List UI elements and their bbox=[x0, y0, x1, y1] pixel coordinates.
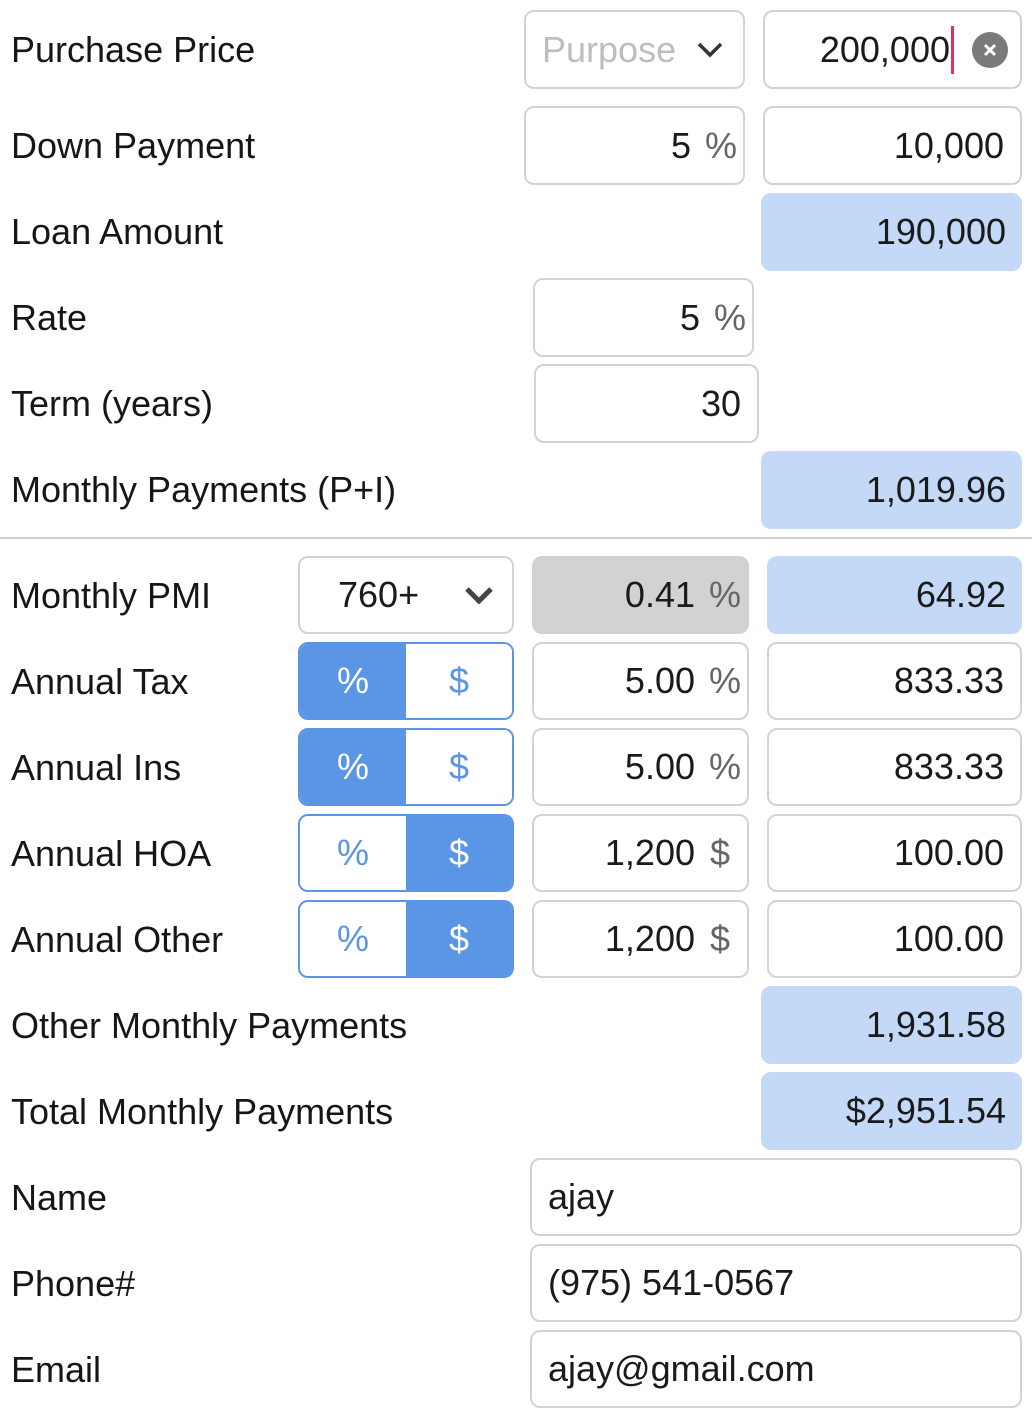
label-loan-amount: Loan Amount bbox=[11, 211, 224, 252]
pmi-rate-value: 0.41 bbox=[624, 574, 695, 615]
label-rate: Rate bbox=[11, 297, 88, 338]
credit-score-select[interactable]: 760+ bbox=[298, 556, 514, 634]
hoa-unit: $ bbox=[709, 832, 731, 873]
chevron-down-icon bbox=[695, 35, 725, 65]
phone-input[interactable]: (975) 541-0567 bbox=[530, 1244, 1022, 1322]
label-annual-hoa: Annual HOA bbox=[11, 833, 212, 874]
label-annual-ins: Annual Ins bbox=[11, 747, 182, 788]
rate-unit: % bbox=[714, 296, 747, 338]
other-unit: $ bbox=[709, 918, 731, 959]
label-down-payment: Down Payment bbox=[11, 125, 256, 166]
label-total-monthly: Total Monthly Payments bbox=[11, 1091, 394, 1132]
tax-percent-toggle[interactable]: % bbox=[300, 644, 406, 718]
label-purchase-price: Purchase Price bbox=[11, 29, 256, 70]
other-mode-toggle[interactable]: % $ bbox=[298, 900, 514, 978]
email-input[interactable]: ajay@gmail.com bbox=[530, 1330, 1022, 1408]
ins-unit: % bbox=[709, 746, 742, 787]
purchase-price-value: 200,000 bbox=[819, 28, 950, 70]
hoa-amount: 100.00 bbox=[893, 832, 1004, 873]
loan-amount-output: 190,000 bbox=[761, 193, 1022, 271]
label-monthly-pi: Monthly Payments (P+I) bbox=[11, 469, 397, 510]
ins-dollar-toggle[interactable]: $ bbox=[406, 730, 512, 804]
chevron-down-icon bbox=[464, 580, 494, 610]
label-annual-tax: Annual Tax bbox=[11, 661, 189, 702]
email-value: ajay@gmail.com bbox=[548, 1348, 815, 1389]
other-value-input[interactable]: 1,200 $ bbox=[532, 900, 749, 978]
section-divider bbox=[0, 537, 1032, 539]
tax-dollar-toggle[interactable]: $ bbox=[406, 644, 512, 718]
down-payment-percent-input[interactable]: 5 % bbox=[524, 106, 745, 185]
tax-unit: % bbox=[709, 660, 742, 701]
hoa-amount-input[interactable]: 100.00 bbox=[767, 814, 1022, 892]
monthly-pi-output: 1,019.96 bbox=[761, 451, 1022, 529]
ins-amount-input[interactable]: 833.33 bbox=[767, 728, 1022, 806]
label-monthly-pmi: Monthly PMI bbox=[11, 575, 212, 616]
label-term: Term (years) bbox=[11, 383, 214, 424]
pmi-rate-unit: % bbox=[709, 574, 742, 615]
hoa-dollar-toggle[interactable]: $ bbox=[406, 816, 512, 890]
ins-value: 5.00 bbox=[624, 746, 695, 787]
text-caret bbox=[951, 25, 954, 74]
label-email: Email bbox=[11, 1349, 102, 1390]
hoa-percent-toggle[interactable]: % bbox=[300, 816, 406, 890]
clear-icon[interactable] bbox=[972, 31, 1008, 68]
tax-value-input[interactable]: 5.00 % bbox=[532, 642, 749, 720]
label-name: Name bbox=[11, 1177, 108, 1218]
name-input[interactable]: ajay bbox=[530, 1158, 1022, 1236]
purpose-select[interactable]: Purpose bbox=[524, 10, 745, 89]
rate-input[interactable]: 5 % bbox=[533, 278, 754, 357]
down-payment-amount-input[interactable]: 10,000 bbox=[763, 106, 1022, 185]
other-dollar-toggle[interactable]: $ bbox=[406, 902, 512, 976]
hoa-value: 1,200 bbox=[604, 832, 695, 873]
total-monthly-output: $2,951.54 bbox=[761, 1072, 1022, 1150]
hoa-value-input[interactable]: 1,200 $ bbox=[532, 814, 749, 892]
ins-mode-toggle[interactable]: % $ bbox=[298, 728, 514, 806]
down-payment-percent-value: 5 bbox=[670, 124, 691, 166]
phone-value: (975) 541-0567 bbox=[548, 1262, 795, 1303]
rate-value: 5 bbox=[679, 296, 700, 338]
tax-amount-input[interactable]: 833.33 bbox=[767, 642, 1022, 720]
hoa-mode-toggle[interactable]: % $ bbox=[298, 814, 514, 892]
purpose-placeholder: Purpose bbox=[542, 28, 677, 70]
percent-unit: % bbox=[705, 124, 738, 166]
ins-amount: 833.33 bbox=[893, 746, 1004, 787]
other-amount-input[interactable]: 100.00 bbox=[767, 900, 1022, 978]
label-annual-other: Annual Other bbox=[11, 919, 224, 960]
ins-value-input[interactable]: 5.00 % bbox=[532, 728, 749, 806]
other-value: 1,200 bbox=[604, 918, 695, 959]
pmi-rate-input[interactable]: 0.41 % bbox=[532, 556, 749, 634]
term-value: 30 bbox=[700, 382, 741, 424]
purchase-price-input[interactable]: 200,000 bbox=[763, 10, 1022, 89]
tax-mode-toggle[interactable]: % $ bbox=[298, 642, 514, 720]
term-input[interactable]: 30 bbox=[534, 364, 759, 443]
label-other-monthly: Other Monthly Payments bbox=[11, 1005, 408, 1046]
other-monthly-output: 1,931.58 bbox=[761, 986, 1022, 1064]
label-phone: Phone# bbox=[11, 1263, 136, 1304]
tax-amount: 833.33 bbox=[893, 660, 1004, 701]
other-amount: 100.00 bbox=[893, 918, 1004, 959]
down-payment-amount-value: 10,000 bbox=[893, 124, 1004, 166]
name-value: ajay bbox=[548, 1176, 615, 1217]
tax-value: 5.00 bbox=[624, 660, 695, 701]
pmi-amount-output: 64.92 bbox=[767, 556, 1022, 634]
other-percent-toggle[interactable]: % bbox=[300, 902, 406, 976]
credit-score-value: 760+ bbox=[338, 574, 420, 615]
ins-percent-toggle[interactable]: % bbox=[300, 730, 406, 804]
